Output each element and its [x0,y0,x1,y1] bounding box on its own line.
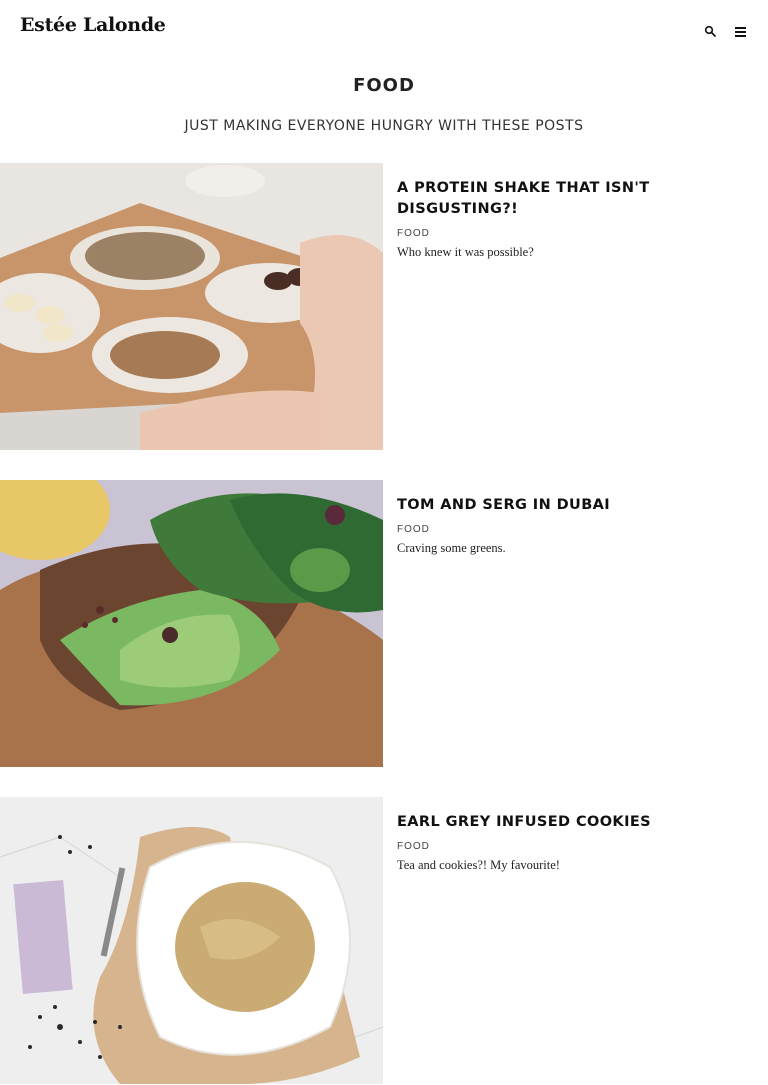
hamburger-menu-icon[interactable] [735,27,746,37]
post-title[interactable]: TOM AND SERG IN DUBAI [397,495,697,516]
post-card[interactable]: A PROTEIN SHAKE THAT ISN'T DISGUSTING?! … [0,163,768,450]
page-title: FOOD [353,75,415,96]
page-subtitle: JUST MAKING EVERYONE HUNGRY WITH THESE P… [184,118,584,134]
post-excerpt: Craving some greens. [397,541,506,555]
post-thumbnail-protein-shake[interactable] [0,163,383,450]
post-info: TOM AND SERG IN DUBAI FOOD Craving some … [397,495,697,556]
post-category[interactable]: FOOD [397,524,697,535]
post-excerpt: Who knew it was possible? [397,245,534,259]
post-title[interactable]: A PROTEIN SHAKE THAT ISN'T DISGUSTING?! [397,178,697,220]
post-card[interactable]: TOM AND SERG IN DUBAI FOOD Craving some … [0,480,768,767]
post-info: EARL GREY INFUSED COOKIES FOOD Tea and c… [397,812,697,873]
post-info: A PROTEIN SHAKE THAT ISN'T DISGUSTING?! … [397,178,697,260]
post-thumbnail-dubai-greens[interactable] [0,480,383,767]
post-card[interactable]: EARL GREY INFUSED COOKIES FOOD Tea and c… [0,797,768,1084]
post-category[interactable]: FOOD [397,841,697,852]
post-title[interactable]: EARL GREY INFUSED COOKIES [397,812,697,833]
site-header: Estée Lalonde [0,0,768,58]
post-thumbnail-earl-grey-cookies[interactable] [0,797,383,1084]
post-excerpt: Tea and cookies?! My favourite! [397,858,560,872]
site-logo[interactable]: Estée Lalonde [20,14,166,36]
search-icon[interactable] [704,25,717,38]
post-category[interactable]: FOOD [397,228,697,239]
